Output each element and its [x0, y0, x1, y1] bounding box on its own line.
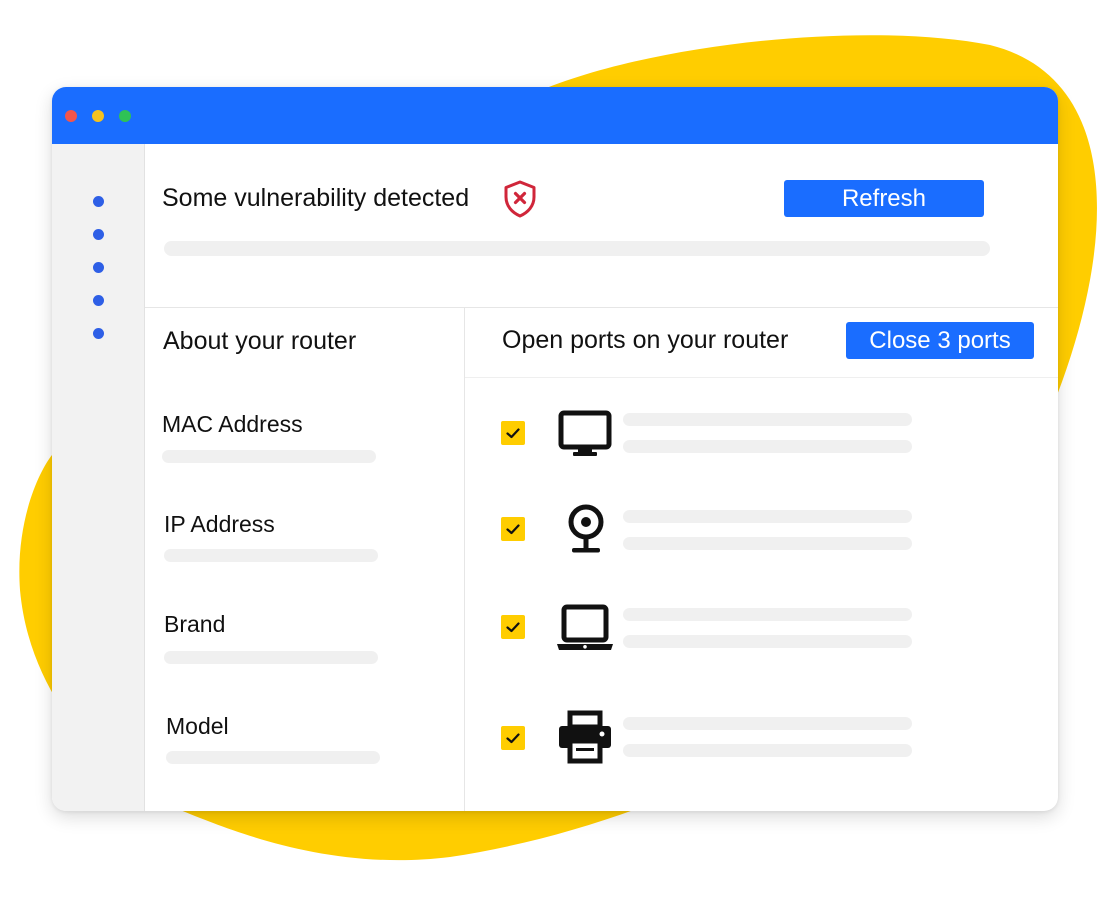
device-detail-placeholder — [623, 440, 912, 453]
port-checkbox-laptop[interactable] — [501, 615, 525, 639]
device-name-placeholder — [623, 717, 912, 730]
router-field-label-ip: IP Address — [164, 511, 275, 537]
checkmark-icon — [506, 733, 520, 744]
router-field-label-mac: MAC Address — [162, 411, 303, 437]
router-field-value-brand — [164, 651, 378, 664]
scan-progress-bar — [164, 241, 990, 256]
router-section-title: About your router — [163, 327, 357, 355]
router-field-label-brand: Brand — [164, 611, 226, 637]
port-checkbox-monitor[interactable] — [501, 421, 525, 445]
printer-icon — [559, 710, 611, 764]
router-field-value-ip — [164, 549, 378, 562]
sidebar-item-4[interactable] — [93, 295, 104, 306]
sidebar — [52, 144, 145, 811]
ports-section-title: Open ports on your router — [502, 326, 789, 354]
column-divider — [464, 308, 465, 811]
port-checkbox-webcam[interactable] — [501, 517, 525, 541]
device-name-placeholder — [623, 413, 912, 426]
section-divider — [145, 307, 1058, 308]
ports-header-divider — [465, 377, 1058, 378]
maximize-window-dot[interactable] — [119, 110, 131, 122]
device-detail-placeholder — [623, 635, 912, 648]
laptop-icon — [557, 604, 613, 650]
webcam-icon — [568, 504, 604, 553]
minimize-window-dot[interactable] — [92, 110, 104, 122]
monitor-icon — [558, 410, 612, 456]
app-window: Some vulnerability detected Refresh Abou… — [52, 87, 1058, 811]
refresh-button[interactable]: Refresh — [784, 180, 984, 217]
router-field-value-model — [166, 751, 380, 764]
close-window-dot[interactable] — [65, 110, 77, 122]
sidebar-item-2[interactable] — [93, 229, 104, 240]
device-detail-placeholder — [623, 537, 912, 550]
port-checkbox-printer[interactable] — [501, 726, 525, 750]
router-field-value-mac — [162, 450, 376, 463]
checkmark-icon — [506, 524, 520, 535]
device-detail-placeholder — [623, 744, 912, 757]
device-name-placeholder — [623, 608, 912, 621]
shield-x-icon — [504, 180, 536, 218]
checkmark-icon — [506, 622, 520, 633]
sidebar-item-3[interactable] — [93, 262, 104, 273]
sidebar-item-5[interactable] — [93, 328, 104, 339]
close-ports-button[interactable]: Close 3 ports — [846, 322, 1034, 359]
checkmark-icon — [506, 428, 520, 439]
sidebar-item-1[interactable] — [93, 196, 104, 207]
title-bar — [52, 87, 1058, 144]
status-title: Some vulnerability detected — [162, 184, 470, 212]
router-field-label-model: Model — [166, 713, 229, 739]
device-name-placeholder — [623, 510, 912, 523]
